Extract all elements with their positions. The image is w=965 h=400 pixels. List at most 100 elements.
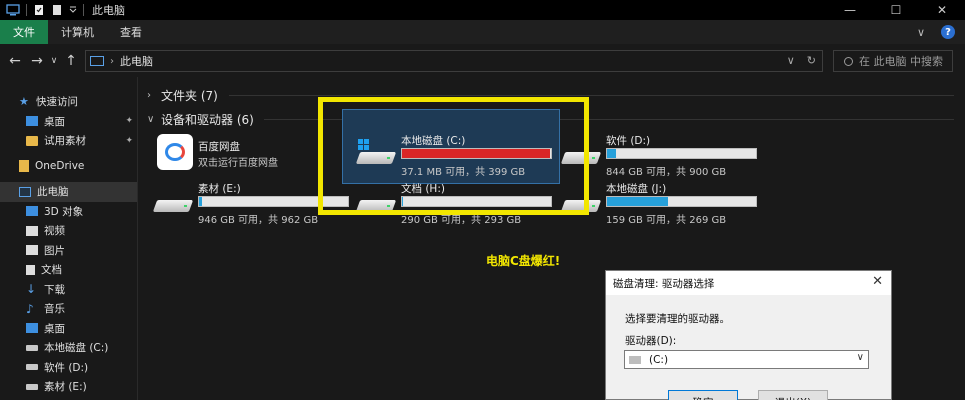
item-subtitle: 双击运行百度网盘 bbox=[198, 158, 278, 169]
sidebar-item-downloads[interactable]: ↓ 下载 bbox=[0, 280, 137, 300]
properties-icon[interactable] bbox=[33, 4, 45, 16]
sidebar-item-quick-access[interactable]: ★ 快速访问 bbox=[0, 92, 137, 112]
breadcrumb-separator[interactable]: › bbox=[110, 56, 114, 67]
sidebar-item-documents[interactable]: 文档 bbox=[0, 260, 137, 280]
drive-icon bbox=[152, 197, 194, 213]
folders-group-header[interactable]: › 文件夹 (7) bbox=[147, 87, 218, 104]
drive-select[interactable]: (C:) ∨ bbox=[624, 350, 869, 369]
sidebar-item-onedrive[interactable]: OneDrive bbox=[0, 157, 137, 177]
address-bar[interactable]: › 此电脑 ∨ ↻ bbox=[85, 50, 823, 72]
exit-button[interactable]: 退出(X) bbox=[758, 390, 828, 400]
sidebar-item-music[interactable]: ♪ 音乐 bbox=[0, 299, 137, 319]
sidebar-item-label: 此电脑 bbox=[37, 186, 69, 199]
up-button[interactable]: ↑ bbox=[60, 53, 82, 69]
tab-view[interactable]: 查看 bbox=[107, 20, 155, 44]
drives-group-header[interactable]: ∨ 设备和驱动器 (6) bbox=[147, 111, 254, 128]
desktop-icon bbox=[26, 323, 38, 334]
drive-usage-fill bbox=[607, 149, 616, 158]
sidebar-item-3d-objects[interactable]: 3D 对象 bbox=[0, 202, 137, 222]
sidebar-item-desktop-pinned[interactable]: 桌面 ✦ bbox=[0, 112, 137, 132]
drive-name: 本地磁盘 (J:) bbox=[606, 183, 667, 195]
drive-space: 946 GB 可用，共 962 GB bbox=[198, 215, 319, 226]
tab-computer[interactable]: 计算机 bbox=[48, 20, 107, 44]
forward-button[interactable]: → bbox=[26, 53, 48, 69]
address-dropdown-button[interactable]: ∨ bbox=[787, 54, 795, 67]
sidebar-item-drive-d[interactable]: 软件 (D:) bbox=[0, 358, 137, 378]
computer-icon[interactable] bbox=[6, 4, 20, 16]
maximize-button[interactable]: ☐ bbox=[873, 0, 919, 20]
refresh-button[interactable]: ↻ bbox=[807, 54, 816, 67]
drive-icon bbox=[629, 355, 641, 364]
item-name: 百度网盘 bbox=[198, 141, 240, 153]
group-title: 文件夹 (7) bbox=[161, 89, 218, 103]
onedrive-icon bbox=[19, 160, 29, 173]
sidebar-item-label: 图片 bbox=[44, 244, 65, 257]
pin-icon: ✦ bbox=[125, 135, 133, 146]
search-box[interactable]: 在 此电脑 中搜索 bbox=[833, 50, 953, 72]
help-icon[interactable]: ? bbox=[941, 25, 955, 39]
drive-icon bbox=[26, 364, 38, 371]
sidebar-item-label: 素材 (E:) bbox=[44, 381, 87, 394]
window-controls: — ☐ ✕ bbox=[827, 0, 965, 20]
navigation-pane: ★ 快速访问 桌面 ✦ 试用素材 ✦ OneDrive 此电脑 3D 对象 视频… bbox=[0, 77, 138, 400]
search-input[interactable]: 在 此电脑 中搜索 bbox=[859, 53, 943, 69]
minimize-button[interactable]: — bbox=[827, 0, 873, 20]
ribbon-expand-button[interactable]: ∨ bbox=[917, 26, 925, 39]
drive-icon bbox=[26, 383, 38, 390]
sidebar-item-label: 本地磁盘 (C:) bbox=[44, 342, 109, 355]
folder-icon bbox=[26, 135, 38, 146]
sidebar-item-desktop[interactable]: 桌面 bbox=[0, 319, 137, 339]
title-bar: 此电脑 — ☐ ✕ bbox=[0, 0, 965, 20]
download-icon: ↓ bbox=[26, 282, 37, 297]
chevron-right-icon: › bbox=[147, 90, 151, 101]
sidebar-item-trial-material[interactable]: 试用素材 ✦ bbox=[0, 131, 137, 151]
drive-select-label: 驱动器(D): bbox=[625, 335, 677, 347]
video-icon bbox=[26, 225, 38, 236]
chevron-down-icon: ∨ bbox=[147, 114, 155, 125]
sidebar-item-label: 桌面 bbox=[44, 322, 65, 335]
document-icon bbox=[26, 264, 35, 275]
sidebar-item-videos[interactable]: 视频 bbox=[0, 221, 137, 241]
annotation-caption: 电脑C盘爆红! bbox=[486, 254, 561, 268]
drive-select-value: (C:) bbox=[649, 353, 669, 366]
dialog-prompt: 选择要清理的驱动器。 bbox=[625, 313, 730, 325]
breadcrumb-this-pc[interactable]: 此电脑 bbox=[120, 53, 153, 69]
sidebar-item-this-pc[interactable]: 此电脑 bbox=[0, 182, 137, 202]
picture-icon bbox=[26, 245, 38, 256]
sidebar-item-label: 音乐 bbox=[44, 303, 65, 316]
disk-cleanup-dialog: 磁盘清理: 驱动器选择 ✕ 选择要清理的驱动器。 驱动器(D): (C:) ∨ … bbox=[605, 270, 892, 400]
sidebar-item-label: 软件 (D:) bbox=[44, 361, 89, 374]
tab-file[interactable]: 文件 bbox=[0, 20, 48, 44]
new-folder-icon[interactable] bbox=[51, 4, 63, 16]
drive-tile-e[interactable]: 素材 (E:) 946 GB 可用，共 962 GB bbox=[139, 181, 349, 226]
search-icon bbox=[844, 56, 853, 66]
quick-access-toolbar bbox=[0, 0, 84, 20]
music-icon: ♪ bbox=[26, 301, 34, 316]
baidu-netdisk-icon bbox=[157, 134, 193, 170]
drive-name: 软件 (D:) bbox=[606, 135, 651, 147]
computer-icon bbox=[90, 56, 104, 66]
sidebar-item-label: OneDrive bbox=[35, 160, 85, 173]
chevron-down-icon[interactable]: ∨ bbox=[857, 352, 864, 363]
group-divider bbox=[229, 95, 954, 96]
drive-usage-fill bbox=[199, 197, 202, 206]
group-title: 设备和驱动器 (6) bbox=[161, 113, 254, 127]
close-button[interactable]: ✕ bbox=[919, 0, 965, 20]
dialog-close-button[interactable]: ✕ bbox=[872, 274, 883, 289]
chevron-down-icon[interactable] bbox=[69, 6, 77, 14]
sidebar-item-drive-e[interactable]: 素材 (E:) bbox=[0, 377, 137, 397]
star-icon: ★ bbox=[19, 95, 29, 109]
ok-button[interactable]: 确定 bbox=[668, 390, 738, 400]
back-button[interactable]: ← bbox=[4, 53, 26, 69]
sidebar-item-label: 3D 对象 bbox=[44, 205, 84, 218]
sidebar-item-pictures[interactable]: 图片 bbox=[0, 241, 137, 261]
recent-locations-button[interactable]: ∨ bbox=[48, 56, 60, 66]
drive-usage-fill bbox=[607, 197, 669, 206]
desktop-icon bbox=[26, 116, 38, 127]
cube-icon bbox=[26, 206, 38, 217]
drive-space: 844 GB 可用，共 900 GB bbox=[606, 167, 727, 178]
highlight-annotation-box bbox=[318, 97, 589, 215]
toolbar-separator bbox=[83, 4, 84, 16]
sidebar-item-drive-c[interactable]: 本地磁盘 (C:) bbox=[0, 338, 137, 358]
drive-usage-bar bbox=[606, 148, 757, 159]
